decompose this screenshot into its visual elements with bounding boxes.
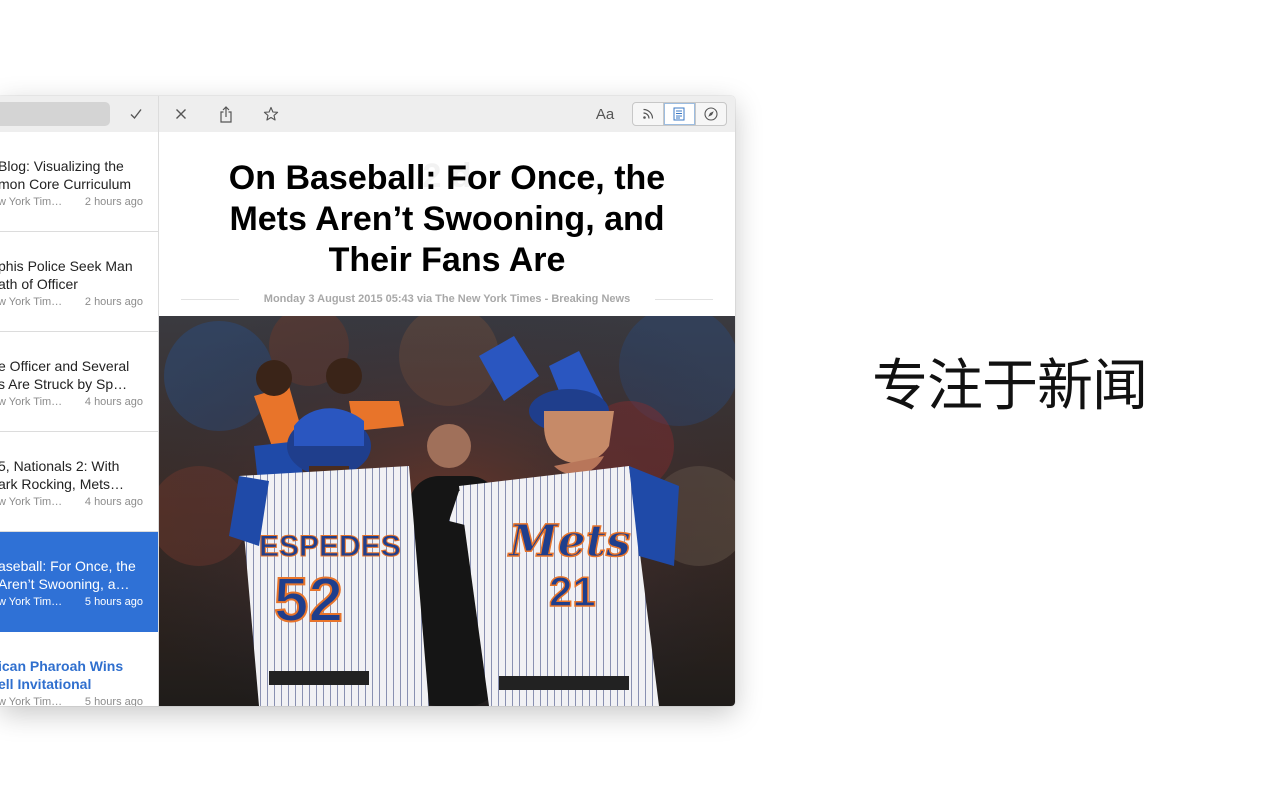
font-size-button[interactable]: Aa <box>593 103 617 125</box>
item-title-line-2: ark Rocking, Mets… <box>0 476 125 492</box>
item-title-line-2: mon Core Curriculum <box>0 176 132 192</box>
jersey-right-number: 21 <box>549 568 596 615</box>
item-title-line-2: s Are Struck by Sp… <box>0 376 128 392</box>
reader-view-button[interactable] <box>663 103 695 125</box>
close-icon <box>176 109 186 119</box>
item-time: 2 hours ago <box>84 296 143 308</box>
rss-view-button[interactable] <box>633 103 663 125</box>
item-time: 5 hours ago <box>84 596 143 608</box>
article-hero-image: ESPEDES 52 Mets 21 <box>159 316 735 706</box>
search-field[interactable] <box>0 102 110 126</box>
compass-icon <box>704 107 718 121</box>
share-icon <box>220 105 232 123</box>
item-title-line-1: e Officer and Several <box>0 358 130 374</box>
sidebar-toolbar <box>0 96 158 132</box>
item-source: w York Tim… <box>0 296 63 308</box>
article-byline: Monday 3 August 2015 05:43 via The New Y… <box>263 293 631 305</box>
article-list-pane: Blog: Visualizing the mon Core Curriculu… <box>0 96 159 706</box>
item-source: w York Tim… <box>0 196 63 208</box>
item-source: w York Tim… <box>0 696 63 706</box>
checkmark-icon <box>130 109 142 120</box>
article-toolbar: Aa <box>159 96 735 132</box>
item-title-line-2: Aren’t Swooning, a… <box>0 576 130 592</box>
item-source: w York Tim… <box>0 596 63 608</box>
mark-all-read-button[interactable] <box>124 102 148 126</box>
jersey-left-number: 52 <box>274 566 343 635</box>
item-time: 5 hours ago <box>84 696 143 706</box>
reader-view-icon <box>673 107 685 121</box>
article-title: On Baseball: For Once, the Mets Aren’t S… <box>228 159 666 279</box>
item-title-line-1: ican Pharoah Wins <box>0 658 124 674</box>
divider <box>181 298 239 300</box>
item-time: 2 hours ago <box>84 196 143 208</box>
article-pane: Aa 2 d On Baseball: For Once, the Mets A… <box>159 96 735 706</box>
list-item-selected[interactable]: aseball: For Once, the Aren’t Swooning, … <box>0 532 158 632</box>
item-source: w York Tim… <box>0 396 63 408</box>
rss-icon <box>643 108 654 119</box>
item-title-line-2: ath of Officer <box>0 276 78 292</box>
item-time: 4 hours ago <box>84 496 143 508</box>
share-button[interactable] <box>214 102 238 126</box>
view-mode-segmented-control <box>632 102 727 126</box>
item-title-line-2: ell Invitational <box>0 676 92 692</box>
baseball-players-photo: ESPEDES 52 Mets 21 <box>159 316 735 706</box>
divider <box>655 298 713 300</box>
list-item-unread[interactable]: ican Pharoah Wins ell Invitational w Yor… <box>0 632 158 706</box>
item-title-line-1: Blog: Visualizing the <box>0 158 124 174</box>
close-button[interactable] <box>169 102 193 126</box>
list-item[interactable]: e Officer and Several s Are Struck by Sp… <box>0 332 158 432</box>
item-time: 4 hours ago <box>84 396 143 408</box>
item-title-line-1: phis Police Seek Man <box>0 258 133 274</box>
list-item[interactable]: phis Police Seek Man ath of Officer w Yo… <box>0 232 158 332</box>
marketing-tagline: 专注于新闻 <box>872 354 1148 419</box>
list-item[interactable]: 5, Nationals 2: With ark Rocking, Mets… … <box>0 432 158 532</box>
jersey-left-name: ESPEDES <box>259 530 401 563</box>
article-meta: Monday 3 August 2015 05:43 via The New Y… <box>181 292 713 306</box>
star-icon <box>263 106 279 121</box>
item-source: w York Tim… <box>0 496 63 508</box>
item-title-line-1: 5, Nationals 2: With <box>0 458 120 474</box>
jersey-right-script: Mets <box>507 516 631 567</box>
app-window: Blog: Visualizing the mon Core Curriculu… <box>0 96 735 706</box>
item-title-line-1: aseball: For Once, the <box>0 558 136 574</box>
list-item[interactable]: Blog: Visualizing the mon Core Curriculu… <box>0 132 158 232</box>
web-view-button[interactable] <box>694 103 726 125</box>
article-list: Blog: Visualizing the mon Core Curriculu… <box>0 132 158 706</box>
star-button[interactable] <box>259 102 283 126</box>
article-header: 2 d On Baseball: For Once, the Mets Aren… <box>159 132 735 316</box>
